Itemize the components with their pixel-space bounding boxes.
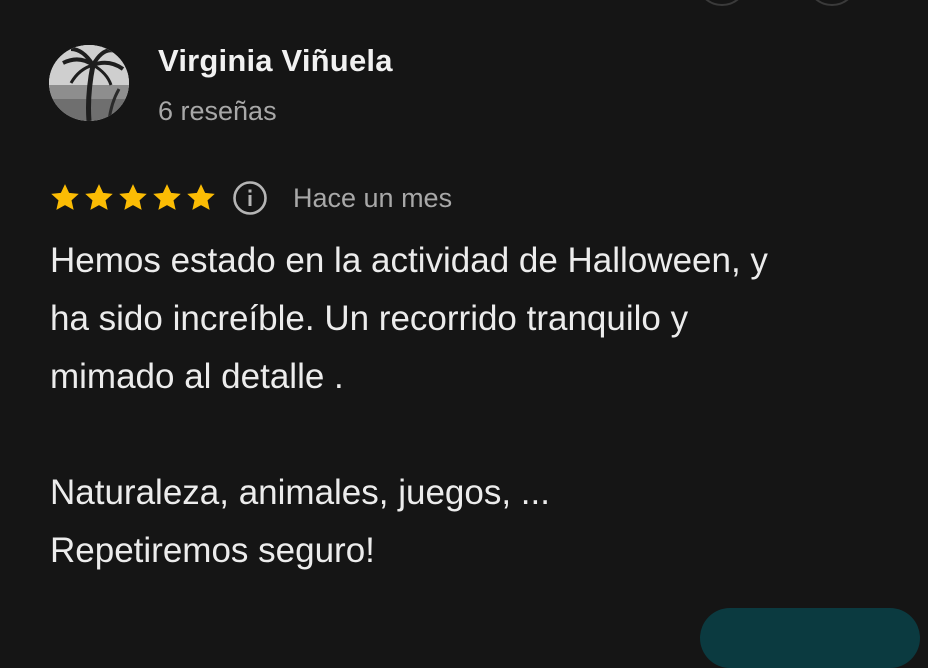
rating-row: Hace un mes [48, 178, 452, 218]
review-text-line: Repetiremos seguro! [50, 531, 375, 570]
author-review-count: 6 reseñas [158, 96, 277, 126]
star-icon [187, 184, 215, 210]
review-text-line: Naturaleza, animales, juegos, ... [50, 473, 550, 512]
review-body: Hemos estado en la actividad de Hallowee… [50, 232, 900, 580]
avatar[interactable] [49, 45, 129, 121]
top-action-button-right[interactable] [806, 0, 858, 6]
bottom-action-button[interactable] [700, 608, 920, 668]
star-icon [85, 184, 113, 210]
star-icon [119, 184, 147, 210]
star-icon [153, 184, 181, 210]
review-text-line: mimado al detalle . [50, 357, 344, 396]
review-date: Hace un mes [293, 182, 453, 213]
star-icon [51, 184, 79, 210]
author-name[interactable]: Virginia Viñuela [158, 43, 393, 79]
top-action-button-left[interactable] [696, 0, 748, 6]
info-icon[interactable] [232, 180, 268, 216]
review-text-line: Hemos estado en la actividad de Hallowee… [50, 241, 768, 280]
star-rating [48, 181, 218, 215]
review-text-line: ha sido increíble. Un recorrido tranquil… [50, 299, 689, 338]
